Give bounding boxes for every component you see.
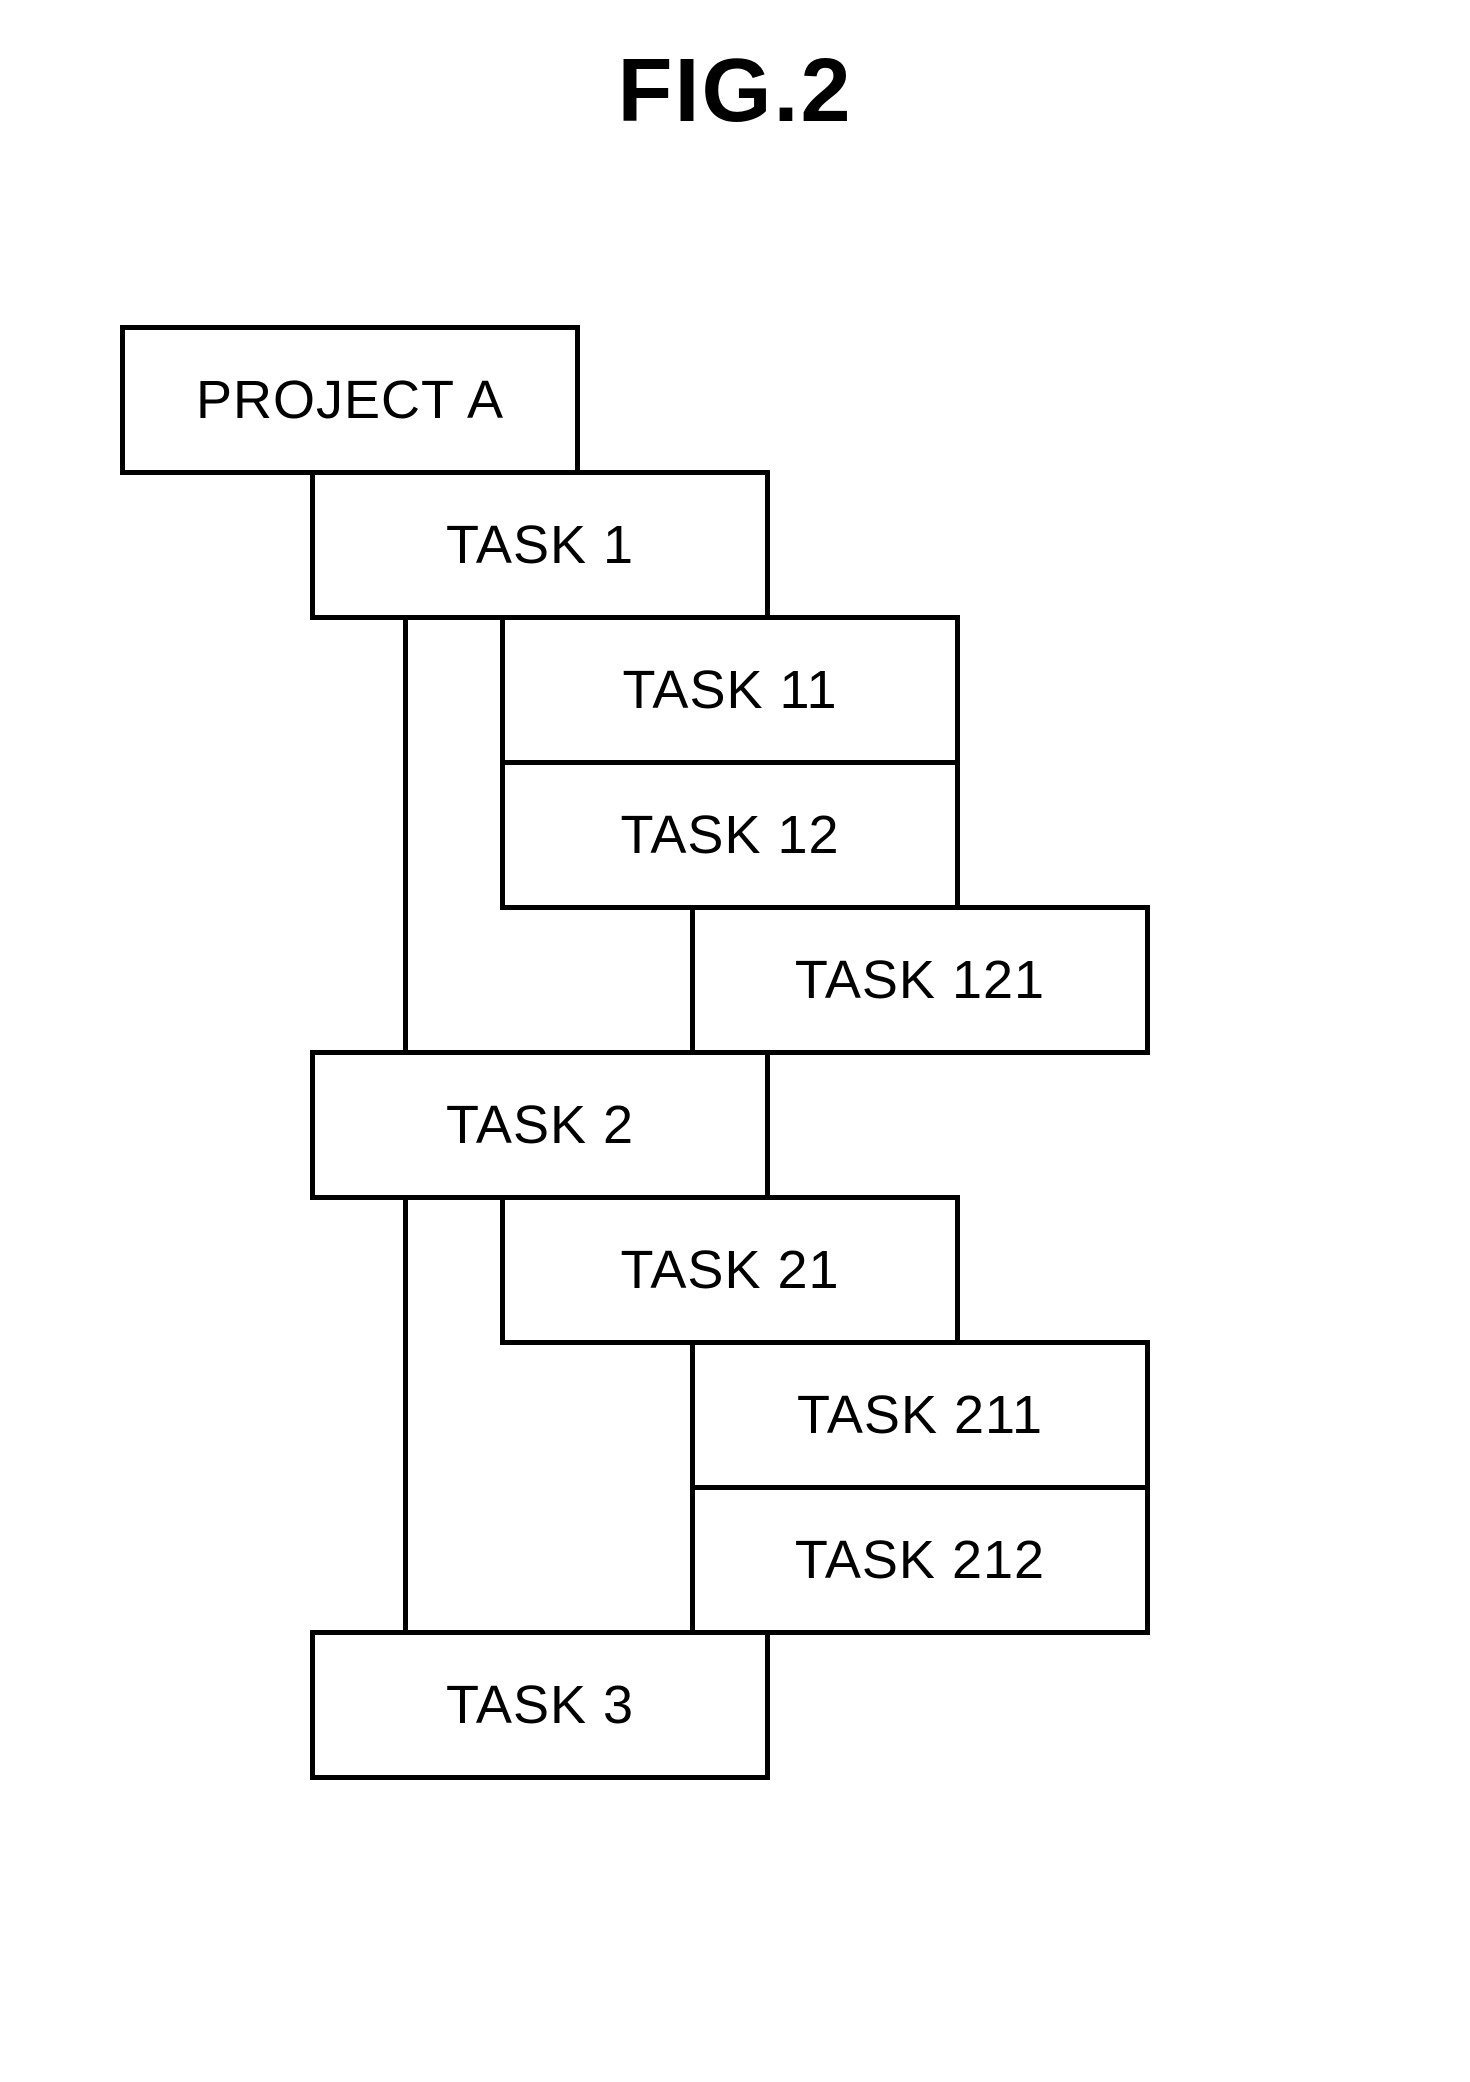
node-task-212: TASK 212: [690, 1485, 1150, 1635]
node-label: TASK 2: [446, 1094, 634, 1156]
node-label: TASK 212: [795, 1529, 1045, 1591]
node-label: TASK 11: [622, 659, 837, 721]
connector-l1-a: [403, 615, 408, 1055]
node-label: TASK 21: [620, 1239, 839, 1301]
node-task-1: TASK 1: [310, 470, 770, 620]
node-label: PROJECT A: [196, 369, 504, 431]
node-label: TASK 211: [797, 1384, 1043, 1446]
page: FIG.2 PROJECT A TASK 1 TASK 11 TASK 12 T…: [0, 0, 1470, 2082]
node-task-12: TASK 12: [500, 760, 960, 910]
node-label: TASK 121: [795, 949, 1045, 1011]
node-task-121: TASK 121: [690, 905, 1150, 1055]
connector-l1-b: [403, 1195, 408, 1635]
figure-title: FIG.2: [0, 40, 1470, 143]
node-task-3: TASK 3: [310, 1630, 770, 1780]
node-task-211: TASK 211: [690, 1340, 1150, 1490]
node-project-a: PROJECT A: [120, 325, 580, 475]
node-task-2: TASK 2: [310, 1050, 770, 1200]
node-task-21: TASK 21: [500, 1195, 960, 1345]
node-task-11: TASK 11: [500, 615, 960, 765]
node-label: TASK 12: [620, 804, 839, 866]
node-label: TASK 1: [446, 514, 634, 576]
node-label: TASK 3: [446, 1674, 634, 1736]
